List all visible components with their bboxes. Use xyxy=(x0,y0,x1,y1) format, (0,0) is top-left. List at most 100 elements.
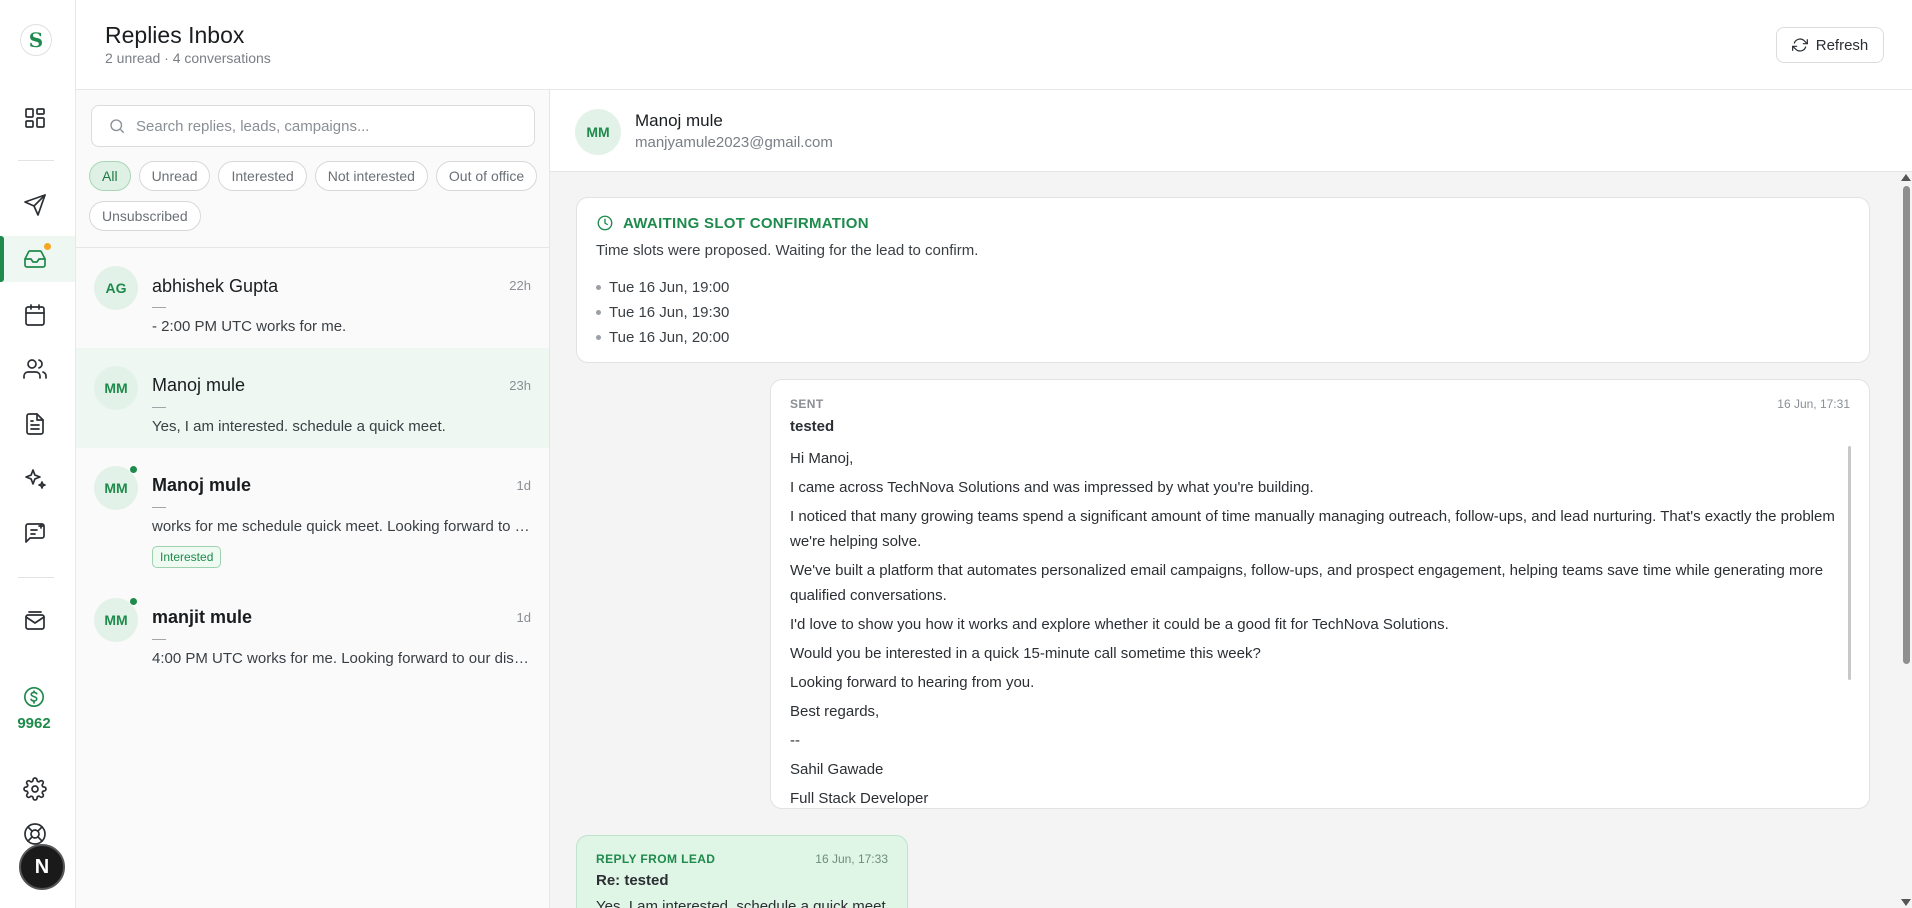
lead-name: Manoj mule xyxy=(635,111,723,130)
conversation-time: 23h xyxy=(509,378,531,393)
page-title: Replies Inbox xyxy=(105,22,245,48)
conversation-dash: — xyxy=(152,630,166,646)
refresh-icon xyxy=(1791,38,1808,52)
slot-item: Tue 16 Jun, 20:00 xyxy=(596,325,729,350)
filter-not-interested[interactable]: Not interested xyxy=(314,161,428,191)
left-rail: S 9962 N xyxy=(0,0,76,908)
message-scrollbar[interactable] xyxy=(1848,446,1851,680)
search-icon xyxy=(110,119,125,134)
search-input[interactable] xyxy=(136,117,516,135)
conversation-detail: MM Manoj mule manjyamule2023@gmail.com A… xyxy=(550,90,1912,908)
gear-icon[interactable] xyxy=(20,774,50,804)
body-line: I noticed that many growing teams spend … xyxy=(790,508,1835,550)
awaiting-heading: AWAITING SLOT CONFIRMATION xyxy=(596,214,869,232)
conversation-dash: — xyxy=(152,298,166,314)
lead-email: manjyamule2023@gmail.com xyxy=(635,134,833,151)
sent-message-card: SENT 16 Jun, 17:31 tested Hi Manoj, I ca… xyxy=(770,379,1870,809)
unread-indicator xyxy=(129,597,138,606)
reply-subject: Re: tested xyxy=(596,872,669,889)
mail-stack-icon[interactable] xyxy=(20,606,50,636)
conversation-item[interactable]: MM manjit mule 1d — 4:00 PM UTC works fo… xyxy=(76,580,549,680)
rail-active-indicator xyxy=(0,236,4,282)
body-line: Full Stack Developer xyxy=(790,790,929,807)
lead-avatar: MM xyxy=(575,109,621,155)
conversation-snippet: Yes, I am interested. schedule a quick m… xyxy=(152,418,446,435)
sent-timestamp: 16 Jun, 17:31 xyxy=(1777,397,1850,411)
detail-header: MM Manoj mule manjyamule2023@gmail.com xyxy=(550,90,1912,172)
send-icon[interactable] xyxy=(20,190,50,220)
dashboard-icon[interactable] xyxy=(20,103,50,133)
conversation-time: 1d xyxy=(516,478,531,493)
lead-name: abhishek Gupta xyxy=(152,276,279,296)
sent-subject: tested xyxy=(790,418,835,435)
reply-message-card: REPLY FROM LEAD 16 Jun, 17:33 Re: tested… xyxy=(576,835,908,908)
scroll-up-arrow[interactable] xyxy=(1901,174,1911,181)
body-line: Would you be interested in a quick 15-mi… xyxy=(790,645,1261,662)
body-line: We've built a platform that automates pe… xyxy=(790,562,1824,604)
filter-interested[interactable]: Interested xyxy=(218,161,307,191)
document-icon[interactable] xyxy=(20,409,50,439)
refresh-button[interactable]: Refresh xyxy=(1776,27,1884,63)
body-line: Best regards, xyxy=(790,703,880,720)
lead-name: Manoj mule xyxy=(152,475,252,495)
scroll-down-arrow[interactable] xyxy=(1901,899,1911,906)
conversation-item-selected[interactable]: MM Manoj mule 23h — Yes, I am interested… xyxy=(76,348,549,448)
filter-unread[interactable]: Unread xyxy=(138,161,211,191)
awaiting-confirmation-card: AWAITING SLOT CONFIRMATION Time slots we… xyxy=(576,197,1870,363)
reply-timestamp: 16 Jun, 17:33 xyxy=(815,852,888,866)
page-subtitle: 2 unread · 4 conversations xyxy=(105,50,271,66)
body-line: I'd love to show you how it works and ex… xyxy=(790,616,1449,633)
interest-tag: Interested xyxy=(152,546,222,568)
slot-item: Tue 16 Jun, 19:00 xyxy=(596,275,729,300)
filter-out-of-office[interactable]: Out of office xyxy=(435,161,538,191)
message-plus-icon[interactable] xyxy=(20,518,50,548)
refresh-label: Refresh xyxy=(1815,36,1869,54)
sent-body: Hi Manoj, I came across TechNova Solutio… xyxy=(790,446,1840,808)
slot-item: Tue 16 Jun, 19:30 xyxy=(596,300,729,325)
calendar-icon[interactable] xyxy=(20,300,50,330)
lead-avatar: MM xyxy=(94,366,138,410)
dollar-icon xyxy=(23,686,45,708)
user-initial: N xyxy=(34,855,50,878)
proposed-slots: Tue 16 Jun, 19:00 Tue 16 Jun, 19:30 Tue … xyxy=(596,275,729,350)
unread-indicator xyxy=(129,465,138,474)
users-icon[interactable] xyxy=(20,354,50,384)
search-box[interactable] xyxy=(91,105,535,147)
body-line: Sahil Gawade xyxy=(790,761,884,778)
conversation-item[interactable]: MM Manoj mule 1d — works for me schedule… xyxy=(76,448,549,580)
body-line: I came across TechNova Solutions and was… xyxy=(790,479,1314,496)
unread-dot xyxy=(44,243,51,250)
filter-all[interactable]: All xyxy=(89,161,131,191)
body-line: Hi Manoj, xyxy=(790,450,854,467)
page-header: Replies Inbox 2 unread · 4 conversations… xyxy=(76,0,1912,90)
awaiting-heading-text: AWAITING SLOT CONFIRMATION xyxy=(623,214,869,232)
conversation-snippet: works for me schedule quick meet. Lookin… xyxy=(152,518,530,535)
reply-text: Yes, I am interested. schedule a quick m… xyxy=(596,898,890,908)
rail-divider xyxy=(18,160,54,161)
filter-unsubscribed[interactable]: Unsubscribed xyxy=(89,201,201,231)
sent-label: SENT xyxy=(790,397,824,411)
filter-chips: All Unread Interested Not interested Out… xyxy=(89,161,539,231)
sparkles-icon[interactable] xyxy=(20,464,50,494)
detail-scrollbar[interactable] xyxy=(1898,172,1912,908)
lead-name: Manoj mule xyxy=(152,375,246,395)
conversation-dash: — xyxy=(152,498,166,514)
conversation-time: 1d xyxy=(516,610,531,625)
awaiting-description: Time slots were proposed. Waiting for th… xyxy=(596,242,979,259)
app-logo[interactable]: S xyxy=(20,24,52,56)
conversation-time: 22h xyxy=(509,278,531,293)
reply-label: REPLY FROM LEAD xyxy=(596,852,716,866)
conversation-dash: — xyxy=(152,398,166,414)
conversation-snippet: 4:00 PM UTC works for me. Looking forwar… xyxy=(152,650,530,667)
conversation-snippet: - 2:00 PM UTC works for me. xyxy=(152,318,347,335)
body-line: -- xyxy=(790,732,800,749)
scroll-thumb[interactable] xyxy=(1903,186,1910,664)
user-avatar[interactable]: N xyxy=(19,844,65,890)
conversation-item[interactable]: AG abhishek Gupta 22h — - 2:00 PM UTC wo… xyxy=(76,248,549,348)
lead-name: manjit mule xyxy=(152,607,253,627)
clock-icon xyxy=(597,215,613,231)
logo-letter: S xyxy=(28,28,44,52)
lead-avatar: AG xyxy=(94,266,138,310)
rail-divider xyxy=(18,577,54,578)
conversation-list-panel: All Unread Interested Not interested Out… xyxy=(76,90,550,908)
